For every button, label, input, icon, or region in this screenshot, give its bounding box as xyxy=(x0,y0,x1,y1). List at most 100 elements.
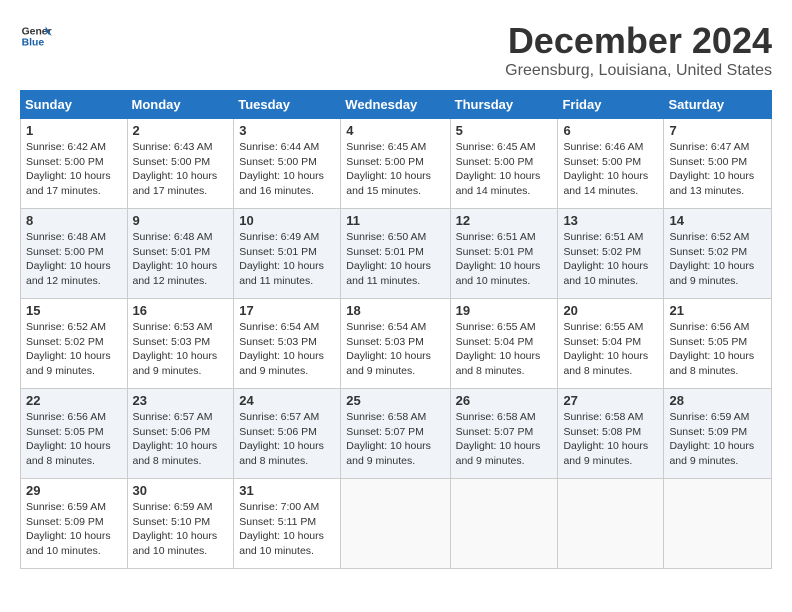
day-info: Sunrise: 6:45 AM Sunset: 5:00 PM Dayligh… xyxy=(456,140,553,199)
calendar-cell xyxy=(341,479,450,569)
day-number: 8 xyxy=(26,213,122,228)
day-header-saturday: Saturday xyxy=(664,91,772,119)
day-info: Sunrise: 6:45 AM Sunset: 5:00 PM Dayligh… xyxy=(346,140,444,199)
calendar-cell: 17 Sunrise: 6:54 AM Sunset: 5:03 PM Dayli… xyxy=(234,299,341,389)
day-number: 21 xyxy=(669,303,766,318)
calendar-cell: 26 Sunrise: 6:58 AM Sunset: 5:07 PM Dayli… xyxy=(450,389,558,479)
day-info: Sunrise: 6:49 AM Sunset: 5:01 PM Dayligh… xyxy=(239,230,335,289)
day-header-sunday: Sunday xyxy=(21,91,128,119)
calendar-table: SundayMondayTuesdayWednesdayThursdayFrid… xyxy=(20,90,772,569)
calendar-cell: 2Sunrise: 6:43 AM Sunset: 5:00 PM Daylig… xyxy=(127,119,234,209)
location-subtitle: Greensburg, Louisiana, United States xyxy=(505,62,772,80)
day-number: 17 xyxy=(239,303,335,318)
day-info: Sunrise: 6:59 AM Sunset: 5:10 PM Dayligh… xyxy=(133,500,229,559)
week-row-4: 22Sunrise: 6:56 AM Sunset: 5:05 PM Dayli… xyxy=(21,389,772,479)
day-number: 20 xyxy=(563,303,658,318)
day-number: 15 xyxy=(26,303,122,318)
day-number: 26 xyxy=(456,393,553,408)
day-number: 23 xyxy=(133,393,229,408)
calendar-cell: 1Sunrise: 6:42 AM Sunset: 5:00 PM Daylig… xyxy=(21,119,128,209)
week-row-2: 8 Sunrise: 6:48 AM Sunset: 5:00 PM Daylig… xyxy=(21,209,772,299)
day-number: 7 xyxy=(669,123,766,138)
day-info: Sunrise: 6:51 AM Sunset: 5:02 PM Dayligh… xyxy=(563,230,658,289)
calendar-cell: 11 Sunrise: 6:50 AM Sunset: 5:01 PM Dayli… xyxy=(341,209,450,299)
day-info: Sunrise: 6:44 AM Sunset: 5:00 PM Dayligh… xyxy=(239,140,335,199)
day-header-tuesday: Tuesday xyxy=(234,91,341,119)
day-number: 5 xyxy=(456,123,553,138)
day-info: Sunrise: 6:48 AM Sunset: 5:01 PM Dayligh… xyxy=(133,230,229,289)
day-number: 29 xyxy=(26,483,122,498)
calendar-cell: 22Sunrise: 6:56 AM Sunset: 5:05 PM Dayli… xyxy=(21,389,128,479)
calendar-cell: 9 Sunrise: 6:48 AM Sunset: 5:01 PM Daylig… xyxy=(127,209,234,299)
calendar-cell: 25Sunrise: 6:58 AM Sunset: 5:07 PM Dayli… xyxy=(341,389,450,479)
day-number: 27 xyxy=(563,393,658,408)
day-info: Sunrise: 6:54 AM Sunset: 5:03 PM Dayligh… xyxy=(239,320,335,379)
day-number: 11 xyxy=(346,213,444,228)
day-header-row: SundayMondayTuesdayWednesdayThursdayFrid… xyxy=(21,91,772,119)
day-number: 22 xyxy=(26,393,122,408)
day-info: Sunrise: 6:42 AM Sunset: 5:00 PM Dayligh… xyxy=(26,140,122,199)
day-info: Sunrise: 6:46 AM Sunset: 5:00 PM Dayligh… xyxy=(563,140,658,199)
week-row-3: 15 Sunrise: 6:52 AM Sunset: 5:02 PM Dayli… xyxy=(21,299,772,389)
day-number: 13 xyxy=(563,213,658,228)
calendar-cell: 16 Sunrise: 6:53 AM Sunset: 5:03 PM Dayli… xyxy=(127,299,234,389)
calendar-cell: 20 Sunrise: 6:55 AM Sunset: 5:04 PM Dayli… xyxy=(558,299,664,389)
day-number: 14 xyxy=(669,213,766,228)
day-info: Sunrise: 6:51 AM Sunset: 5:01 PM Dayligh… xyxy=(456,230,553,289)
week-row-1: 1Sunrise: 6:42 AM Sunset: 5:00 PM Daylig… xyxy=(21,119,772,209)
day-number: 3 xyxy=(239,123,335,138)
calendar-cell: 7Sunrise: 6:47 AM Sunset: 5:00 PM Daylig… xyxy=(664,119,772,209)
day-info: Sunrise: 6:58 AM Sunset: 5:08 PM Dayligh… xyxy=(563,410,658,469)
day-number: 24 xyxy=(239,393,335,408)
calendar-cell: 14 Sunrise: 6:52 AM Sunset: 5:02 PM Dayli… xyxy=(664,209,772,299)
calendar-cell: 12Sunrise: 6:51 AM Sunset: 5:01 PM Dayli… xyxy=(450,209,558,299)
day-number: 18 xyxy=(346,303,444,318)
calendar-cell: 24 Sunrise: 6:57 AM Sunset: 5:06 PM Dayli… xyxy=(234,389,341,479)
day-number: 4 xyxy=(346,123,444,138)
calendar-cell: 21 Sunrise: 6:56 AM Sunset: 5:05 PM Dayli… xyxy=(664,299,772,389)
day-info: Sunrise: 6:57 AM Sunset: 5:06 PM Dayligh… xyxy=(133,410,229,469)
day-header-wednesday: Wednesday xyxy=(341,91,450,119)
day-info: Sunrise: 6:55 AM Sunset: 5:04 PM Dayligh… xyxy=(456,320,553,379)
logo-icon: General Blue xyxy=(20,20,52,52)
day-number: 31 xyxy=(239,483,335,498)
day-info: Sunrise: 6:59 AM Sunset: 5:09 PM Dayligh… xyxy=(26,500,122,559)
calendar-cell: 28 Sunrise: 6:59 AM Sunset: 5:09 PM Dayli… xyxy=(664,389,772,479)
day-info: Sunrise: 6:43 AM Sunset: 5:00 PM Dayligh… xyxy=(133,140,229,199)
calendar-cell: 6Sunrise: 6:46 AM Sunset: 5:00 PM Daylig… xyxy=(558,119,664,209)
calendar-cell: 10 Sunrise: 6:49 AM Sunset: 5:01 PM Dayli… xyxy=(234,209,341,299)
day-number: 30 xyxy=(133,483,229,498)
calendar-cell: 18 Sunrise: 6:54 AM Sunset: 5:03 PM Dayli… xyxy=(341,299,450,389)
day-info: Sunrise: 6:56 AM Sunset: 5:05 PM Dayligh… xyxy=(669,320,766,379)
day-info: Sunrise: 6:58 AM Sunset: 5:07 PM Dayligh… xyxy=(456,410,553,469)
day-header-friday: Friday xyxy=(558,91,664,119)
calendar-cell: 19Sunrise: 6:55 AM Sunset: 5:04 PM Dayli… xyxy=(450,299,558,389)
day-info: Sunrise: 6:50 AM Sunset: 5:01 PM Dayligh… xyxy=(346,230,444,289)
day-number: 9 xyxy=(133,213,229,228)
calendar-cell: 31Sunrise: 7:00 AM Sunset: 5:11 PM Dayli… xyxy=(234,479,341,569)
calendar-cell: 13 Sunrise: 6:51 AM Sunset: 5:02 PM Dayli… xyxy=(558,209,664,299)
day-number: 16 xyxy=(133,303,229,318)
day-info: Sunrise: 6:59 AM Sunset: 5:09 PM Dayligh… xyxy=(669,410,766,469)
calendar-cell: 23 Sunrise: 6:57 AM Sunset: 5:06 PM Dayli… xyxy=(127,389,234,479)
header: General Blue December 2024 Greensburg, L… xyxy=(20,20,772,80)
day-info: Sunrise: 6:54 AM Sunset: 5:03 PM Dayligh… xyxy=(346,320,444,379)
calendar-cell xyxy=(664,479,772,569)
day-info: Sunrise: 6:52 AM Sunset: 5:02 PM Dayligh… xyxy=(669,230,766,289)
day-number: 25 xyxy=(346,393,444,408)
calendar-cell: 27 Sunrise: 6:58 AM Sunset: 5:08 PM Dayli… xyxy=(558,389,664,479)
calendar-cell: 8 Sunrise: 6:48 AM Sunset: 5:00 PM Daylig… xyxy=(21,209,128,299)
title-section: December 2024 Greensburg, Louisiana, Uni… xyxy=(505,20,772,80)
day-info: Sunrise: 6:48 AM Sunset: 5:00 PM Dayligh… xyxy=(26,230,122,289)
day-info: Sunrise: 6:57 AM Sunset: 5:06 PM Dayligh… xyxy=(239,410,335,469)
day-info: Sunrise: 6:53 AM Sunset: 5:03 PM Dayligh… xyxy=(133,320,229,379)
day-info: Sunrise: 6:55 AM Sunset: 5:04 PM Dayligh… xyxy=(563,320,658,379)
day-header-thursday: Thursday xyxy=(450,91,558,119)
week-row-5: 29 Sunrise: 6:59 AM Sunset: 5:09 PM Dayli… xyxy=(21,479,772,569)
calendar-cell: 5 Sunrise: 6:45 AM Sunset: 5:00 PM Daylig… xyxy=(450,119,558,209)
day-number: 28 xyxy=(669,393,766,408)
day-number: 10 xyxy=(239,213,335,228)
day-info: Sunrise: 6:52 AM Sunset: 5:02 PM Dayligh… xyxy=(26,320,122,379)
svg-text:Blue: Blue xyxy=(22,38,45,49)
calendar-cell: 29 Sunrise: 6:59 AM Sunset: 5:09 PM Dayli… xyxy=(21,479,128,569)
